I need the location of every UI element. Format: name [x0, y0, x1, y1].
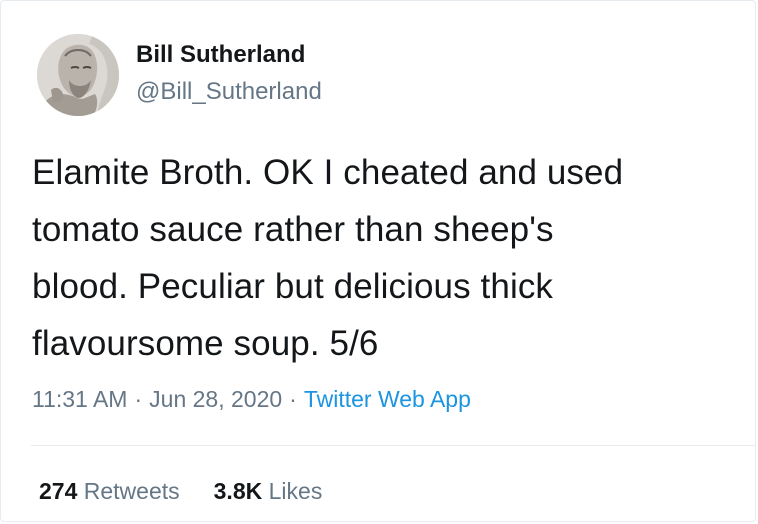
tweet-date[interactable]: Jun 28, 2020 [149, 386, 282, 412]
meta-separator: · [134, 386, 143, 412]
profile-photo-icon [37, 34, 119, 116]
tweet-text-line: tomato sauce rather than sheep's [32, 210, 554, 249]
likes-stat[interactable]: 3.8K Likes [214, 476, 323, 506]
likes-label: Likes [268, 478, 323, 504]
display-name[interactable]: Bill Sutherland [136, 40, 305, 70]
retweets-stat[interactable]: 274 Retweets [39, 476, 180, 506]
likes-count: 3.8K [213, 478, 263, 504]
retweets-label: Retweets [83, 478, 180, 504]
source-link[interactable]: Twitter Web App [304, 386, 471, 412]
engagement-stats: 274 Retweets 3.8K Likes [39, 476, 322, 506]
tweet-card: Bill Sutherland @Bill_Sutherland Elamite… [0, 0, 756, 522]
divider [31, 445, 755, 446]
tweet-text-line: flavoursome soup. 5/6 [32, 324, 379, 363]
tweet-text-line: Elamite Broth. OK I cheated and used [32, 153, 624, 192]
tweet-time[interactable]: 11:31 AM [32, 386, 127, 412]
retweets-count: 274 [39, 478, 78, 504]
meta-separator: · [289, 386, 297, 412]
tweet-text: Elamite Broth. OK I cheated and used toma… [32, 144, 747, 372]
tweet-metadata: 11:31 AM · Jun 28, 2020 · Twitter Web App [32, 384, 471, 414]
avatar[interactable] [37, 34, 119, 116]
user-handle[interactable]: @Bill_Sutherland [136, 77, 322, 107]
tweet-text-line: blood. Peculiar but delicious thick [32, 267, 554, 306]
